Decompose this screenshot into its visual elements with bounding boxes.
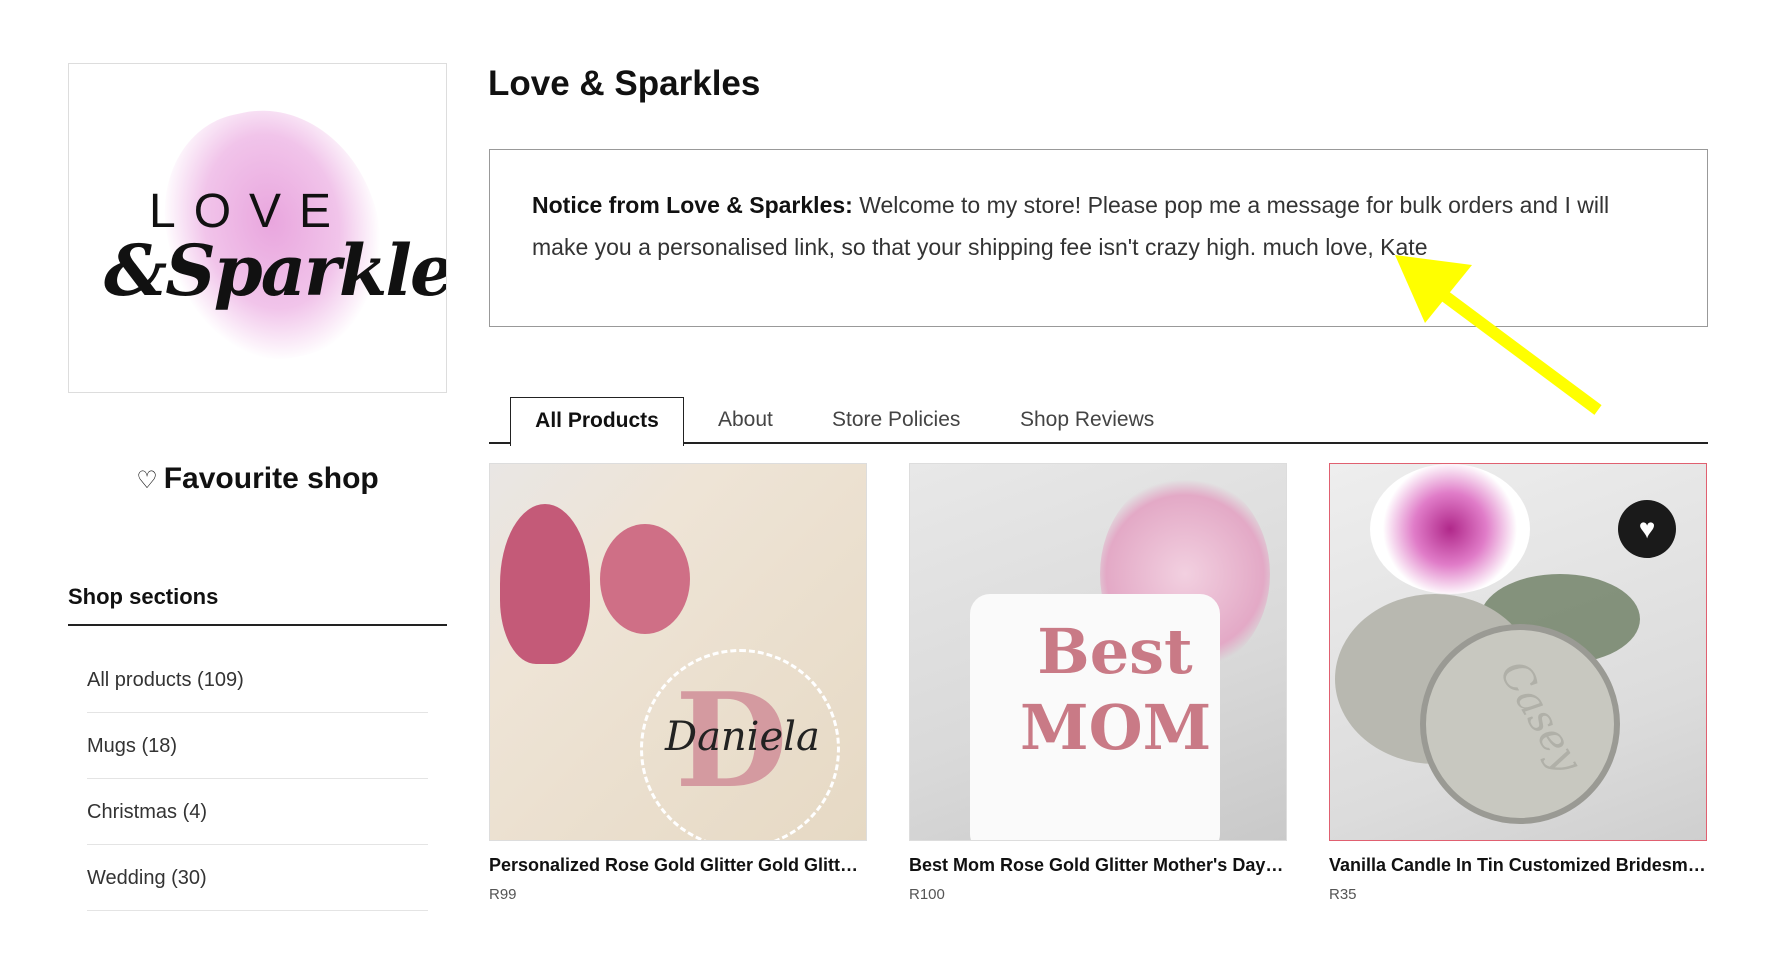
- favourite-shop-button[interactable]: ♡ Favourite shop: [0, 462, 515, 496]
- image-text: Daniela: [665, 714, 820, 760]
- logo-text-sparkles: &Sparkles: [104, 229, 446, 312]
- product-price: R100: [909, 886, 945, 903]
- product-price: R35: [1329, 886, 1357, 903]
- product-name[interactable]: Personalized Rose Gold Glitter Gold Glit…: [489, 855, 867, 876]
- section-all-products[interactable]: All products (109): [87, 647, 428, 713]
- divider: [68, 624, 447, 626]
- product-name[interactable]: Vanilla Candle In Tin Customized Bridesm…: [1329, 855, 1707, 876]
- product-image[interactable]: Casey ♥: [1329, 463, 1707, 841]
- product-card[interactable]: Casey ♥ Vanilla Candle In Tin Customized…: [1329, 463, 1707, 903]
- heart-filled-icon[interactable]: ♥: [1618, 500, 1676, 558]
- shop-logo: LOVE &Sparkles: [68, 63, 447, 393]
- section-wedding[interactable]: Wedding (30): [87, 845, 428, 911]
- shop-sections-title: Shop sections: [68, 584, 219, 609]
- favourite-shop-label: Favourite shop: [163, 462, 379, 495]
- tab-about[interactable]: About: [718, 397, 773, 444]
- tab-store-policies[interactable]: Store Policies: [832, 397, 960, 444]
- section-mugs[interactable]: Mugs (18): [87, 713, 428, 779]
- tab-shop-reviews[interactable]: Shop Reviews: [1020, 397, 1154, 444]
- product-name[interactable]: Best Mom Rose Gold Glitter Mother's Day …: [909, 855, 1287, 876]
- product-price: R99: [489, 886, 517, 903]
- tab-all-products[interactable]: All Products: [510, 397, 684, 446]
- section-christmas[interactable]: Christmas (4): [87, 779, 428, 845]
- page-title: Love & Sparkles: [488, 64, 761, 103]
- product-image[interactable]: Best MOM: [909, 463, 1287, 841]
- heart-outline-icon: ♡: [136, 467, 158, 494]
- notice-label: Notice from Love & Sparkles:: [532, 192, 853, 218]
- shop-tabs: All Products About Store Policies Shop R…: [489, 397, 1708, 446]
- product-card[interactable]: Best MOM Best Mom Rose Gold Glitter Moth…: [909, 463, 1287, 903]
- product-image[interactable]: D Daniela: [489, 463, 867, 841]
- image-text: Best MOM: [1020, 615, 1212, 764]
- product-card[interactable]: D Daniela Personalized Rose Gold Glitter…: [489, 463, 867, 903]
